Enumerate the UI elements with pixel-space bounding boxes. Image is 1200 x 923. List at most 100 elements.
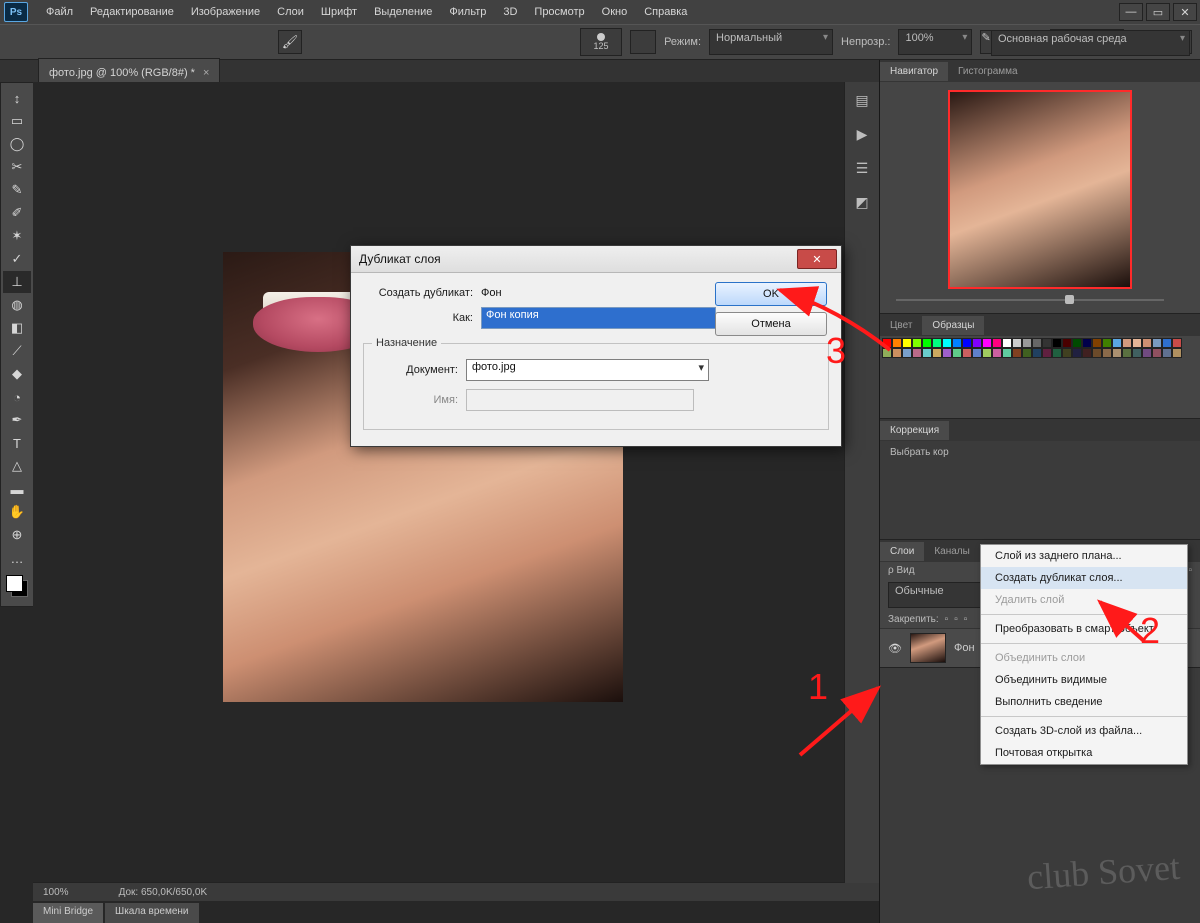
color-swatch[interactable]	[982, 338, 992, 348]
tool-button[interactable]: ✒	[3, 409, 31, 431]
panel-tab[interactable]: Цвет	[880, 316, 922, 335]
color-swatch[interactable]	[882, 348, 892, 358]
context-menu-item[interactable]: Выполнить сведение	[981, 691, 1187, 713]
tool-button[interactable]: ◍	[3, 294, 31, 316]
color-swatch[interactable]	[922, 338, 932, 348]
document-select[interactable]: фото.jpg	[466, 359, 709, 381]
panel-tab[interactable]: Навигатор	[880, 62, 948, 81]
tool-button[interactable]: ↕	[3, 87, 31, 109]
tool-button[interactable]: ◯	[3, 133, 31, 155]
context-menu-item[interactable]: Создать 3D-слой из файла...	[981, 720, 1187, 742]
color-swatch[interactable]	[1032, 338, 1042, 348]
color-swatch[interactable]	[1112, 348, 1122, 358]
panel-tab[interactable]: Каналы	[924, 542, 980, 561]
close-button[interactable]: ✕	[1173, 3, 1197, 21]
color-swatch[interactable]	[1052, 348, 1062, 358]
tool-button[interactable]: T	[3, 432, 31, 454]
color-swatch[interactable]	[1102, 338, 1112, 348]
menu-Выделение[interactable]: Выделение	[366, 2, 440, 22]
color-swatch[interactable]	[952, 348, 962, 358]
color-swatch[interactable]	[1152, 338, 1162, 348]
color-swatch[interactable]	[1002, 338, 1012, 348]
bottom-tab[interactable]: Mini Bridge	[33, 903, 103, 923]
as-input[interactable]: Фон копия	[481, 307, 716, 329]
color-swatch[interactable]	[1092, 348, 1102, 358]
tool-button[interactable]: ✋	[3, 501, 31, 523]
collapsed-panel-icon[interactable]: ▶	[851, 124, 873, 144]
color-swatch[interactable]	[1082, 338, 1092, 348]
menu-Фильтр[interactable]: Фильтр	[441, 2, 494, 22]
tool-button[interactable]: ✓	[3, 248, 31, 270]
lock-icon[interactable]: ▫	[954, 614, 958, 625]
color-swatch[interactable]	[992, 348, 1002, 358]
color-swatch[interactable]	[1022, 338, 1032, 348]
color-swatch[interactable]	[942, 348, 952, 358]
tool-button[interactable]: ◧	[3, 317, 31, 339]
menu-Изображение[interactable]: Изображение	[183, 2, 268, 22]
tool-button[interactable]: ✎	[3, 179, 31, 201]
filter-icon[interactable]: ▫	[1188, 565, 1192, 576]
color-swatch[interactable]	[902, 338, 912, 348]
tool-button[interactable]: ✐	[3, 202, 31, 224]
tool-button[interactable]: ⊕	[3, 524, 31, 546]
color-swatch[interactable]	[942, 338, 952, 348]
menu-Слои[interactable]: Слои	[269, 2, 312, 22]
lock-icon[interactable]: ▫	[964, 614, 968, 625]
panel-tab[interactable]: Коррекция	[880, 421, 949, 440]
color-swatch[interactable]	[1042, 338, 1052, 348]
color-swatch[interactable]	[922, 348, 932, 358]
color-swatch[interactable]	[1082, 348, 1092, 358]
color-swatch[interactable]	[962, 338, 972, 348]
color-swatch[interactable]	[1092, 338, 1102, 348]
layer-name[interactable]: Фон	[954, 642, 975, 654]
context-menu-item[interactable]: Объединить видимые	[981, 669, 1187, 691]
color-swatch[interactable]	[1002, 348, 1012, 358]
context-menu-item[interactable]: Слой из заднего плана...	[981, 545, 1187, 567]
swatches-grid[interactable]	[882, 338, 1198, 358]
color-swatch[interactable]	[1162, 348, 1172, 358]
color-swatch[interactable]	[1072, 348, 1082, 358]
color-swatch[interactable]	[1152, 348, 1162, 358]
color-swatch[interactable]	[892, 338, 902, 348]
menu-Файл[interactable]: Файл	[38, 2, 81, 22]
color-swatch[interactable]	[932, 348, 942, 358]
tool-button[interactable]: ◔	[3, 386, 31, 408]
color-swatch[interactable]	[912, 348, 922, 358]
color-swatch[interactable]	[1062, 338, 1072, 348]
color-swatch[interactable]	[1142, 338, 1152, 348]
layer-thumbnail[interactable]	[910, 633, 946, 663]
tool-preset-icon[interactable]: 🖌	[278, 30, 302, 54]
dialog-close-button[interactable]: ✕	[797, 249, 837, 269]
ok-button[interactable]: OK	[715, 282, 827, 306]
color-swatch[interactable]	[1112, 338, 1122, 348]
color-swatch[interactable]	[882, 338, 892, 348]
tool-button[interactable]: ⟋	[3, 340, 31, 362]
context-menu-item[interactable]: Почтовая открытка	[981, 742, 1187, 764]
color-swatch[interactable]	[1012, 338, 1022, 348]
color-swatch[interactable]	[972, 348, 982, 358]
tool-button[interactable]: ▬	[3, 478, 31, 500]
menu-Окно[interactable]: Окно	[594, 2, 636, 22]
color-swatch[interactable]	[962, 348, 972, 358]
brush-panel-button[interactable]	[630, 30, 656, 54]
zoom-value[interactable]: 100%	[43, 887, 69, 898]
color-swatch[interactable]	[1122, 338, 1132, 348]
blend-mode-select[interactable]: Нормальный	[709, 29, 833, 55]
color-swatch[interactable]	[992, 338, 1002, 348]
navigator-thumbnail[interactable]	[950, 92, 1130, 287]
color-swatch[interactable]	[1032, 348, 1042, 358]
color-swatch[interactable]	[1052, 338, 1062, 348]
tool-button[interactable]: …	[3, 547, 31, 569]
visibility-icon[interactable]: 👁	[888, 642, 902, 655]
collapsed-panel-icon[interactable]: ☰	[851, 158, 873, 178]
panel-tab[interactable]: Слои	[880, 542, 924, 561]
menu-Справка[interactable]: Справка	[636, 2, 695, 22]
menu-Просмотр[interactable]: Просмотр	[526, 2, 592, 22]
lock-icon[interactable]: ▫	[945, 614, 949, 625]
color-swatch[interactable]	[1132, 338, 1142, 348]
color-swatch[interactable]	[1102, 348, 1112, 358]
color-swatch[interactable]	[1122, 348, 1132, 358]
color-swatch[interactable]	[1142, 348, 1152, 358]
color-swatch[interactable]	[1022, 348, 1032, 358]
collapsed-panel-icon[interactable]: ▤	[851, 90, 873, 110]
